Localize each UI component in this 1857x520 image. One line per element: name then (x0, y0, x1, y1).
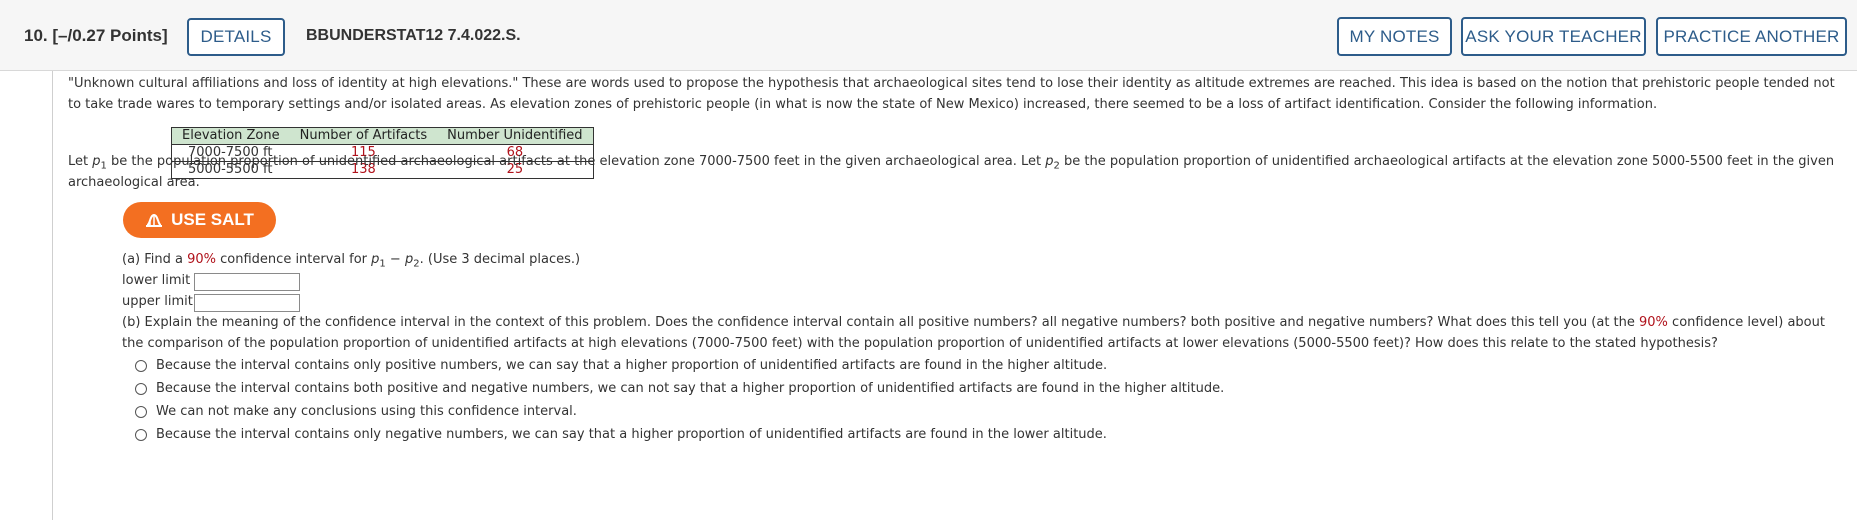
salt-distribution-icon (146, 213, 163, 227)
radio-button[interactable] (135, 360, 147, 372)
question-number: 10. (24, 26, 48, 45)
lower-limit-label: lower limit (122, 273, 191, 288)
part-b-text-start: (b) Explain the meaning of the confidenc… (122, 315, 1640, 330)
details-button[interactable]: DETAILS (187, 18, 285, 56)
part-b-text-end: confidence level) about (1667, 315, 1825, 330)
definition-text-1: be the population proportion of unidenti… (106, 154, 1046, 169)
question-code: BBUNDERSTAT12 7.4.022.S. (306, 27, 521, 44)
intro-line-2: to take trade wares to temporary setting… (68, 97, 1658, 112)
p2-symbol: p (1045, 154, 1054, 169)
radio-button[interactable] (135, 429, 147, 441)
radio-button[interactable] (135, 383, 147, 395)
question-number-points: 10. [–/0.27 Points] (24, 26, 168, 46)
use-salt-button[interactable]: USE SALT (123, 202, 276, 238)
p1-symbol: p (92, 154, 101, 169)
upper-limit-label: upper limit (122, 294, 193, 309)
practice-another-button[interactable]: PRACTICE ANOTHER (1656, 17, 1847, 56)
intro-line-1: "Unknown cultural affiliations and loss … (68, 76, 1835, 91)
header-number-of-artifacts: Number of Artifacts (289, 127, 438, 145)
definition-line-2: archaeological area. (68, 175, 200, 190)
part-a-suffix: . (Use 3 decimal places.) (419, 252, 581, 267)
definition-text-2: be the population proportion of unidenti… (1059, 154, 1835, 169)
my-notes-button[interactable]: MY NOTES (1337, 17, 1452, 56)
ask-your-teacher-button[interactable]: ASK YOUR TEACHER (1461, 17, 1646, 56)
part-b-line-1: (b) Explain the meaning of the confidenc… (122, 312, 1848, 334)
left-border (52, 71, 53, 520)
lower-limit-input[interactable] (194, 273, 300, 291)
part-a-prompt: (a) Find a 90% confidence interval for p… (122, 249, 1857, 276)
upper-limit-input[interactable] (194, 294, 300, 312)
points-label: [–/0.27 Points] (52, 26, 168, 45)
part-b-line-2: the comparison of the population proport… (122, 336, 1718, 351)
part-b-confidence-level: 90% (1639, 315, 1668, 330)
part-a-prefix: (a) Find a (122, 252, 188, 267)
answer-option[interactable]: Because the interval contains only negat… (135, 424, 1107, 446)
question-header: 10. [–/0.27 Points] DETAILS BBUNDERSTAT1… (0, 0, 1857, 71)
answer-option-label: Because the interval contains only posit… (156, 358, 1108, 373)
header-elevation-zone: Elevation Zone (171, 127, 290, 145)
answer-option-label: Because the interval contains both posit… (156, 381, 1225, 396)
answer-option-label: We can not make any conclusions using th… (156, 404, 577, 419)
table-header-row: Elevation Zone Number of Artifacts Numbe… (171, 127, 594, 145)
p2-symbol: p (404, 252, 414, 267)
definition-let: Let (68, 154, 89, 169)
minus-sign: − (385, 252, 405, 267)
answer-option[interactable]: Because the interval contains both posit… (135, 378, 1224, 400)
radio-button[interactable] (135, 406, 147, 418)
answer-option[interactable]: We can not make any conclusions using th… (135, 401, 577, 423)
answer-option-label: Because the interval contains only negat… (156, 427, 1107, 442)
confidence-level: 90% (187, 252, 217, 267)
header-number-unidentified: Number Unidentified (437, 127, 594, 145)
use-salt-label: USE SALT (171, 210, 254, 229)
answer-option[interactable]: Because the interval contains only posit… (135, 355, 1107, 377)
part-a-middle: confidence interval for (216, 252, 372, 267)
